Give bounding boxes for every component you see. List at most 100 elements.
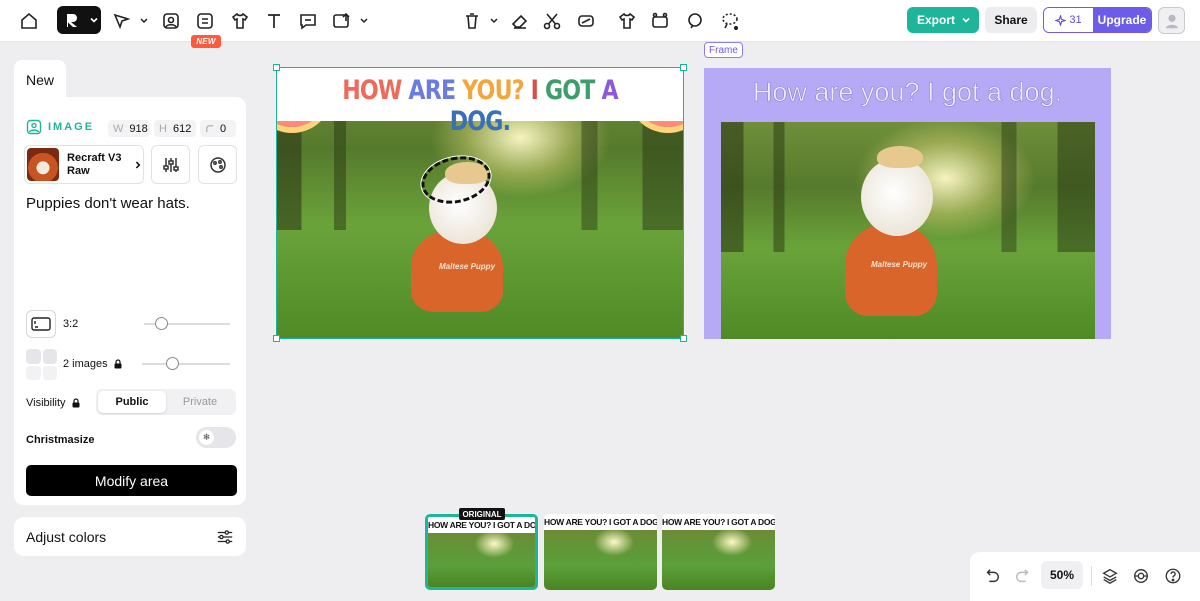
height-value: 612 — [172, 122, 192, 135]
style-palette-button[interactable] — [198, 145, 237, 184]
thumbnail-original[interactable]: HOW ARE YOU? I GOT A DOG. — [425, 514, 538, 590]
frame-label[interactable]: Frame — [704, 42, 743, 58]
chevron-down-icon — [90, 17, 98, 23]
height-field[interactable]: H 612 — [154, 120, 196, 137]
height-key: H — [159, 122, 167, 135]
settings-sliders-button[interactable] — [151, 145, 190, 184]
shirt-text: Maltese Puppy — [871, 260, 928, 269]
visibility-toggle: Public Private — [96, 389, 236, 415]
red-panda-avatar — [27, 148, 60, 181]
lock-icon — [114, 359, 122, 369]
resize-handle-bl[interactable] — [273, 335, 280, 342]
chevron-down-icon[interactable] — [139, 13, 149, 29]
home-icon[interactable] — [17, 7, 41, 35]
image-icon — [26, 119, 42, 135]
thumbnail-variant-2[interactable]: HOW ARE YOU? I GOT A DOG. — [662, 514, 775, 590]
redo-icon[interactable] — [1012, 565, 1034, 587]
thumbnail-scene — [428, 533, 535, 587]
zoom-level[interactable]: 50% — [1041, 561, 1083, 589]
image-tool-icon[interactable] — [160, 7, 182, 35]
width-key: W — [113, 122, 124, 135]
zoom-controls: 50% — [970, 552, 1200, 601]
tab-new[interactable]: New — [14, 60, 66, 98]
recraft-logo-icon — [67, 14, 77, 27]
tshirt-mockup-icon[interactable] — [616, 7, 638, 35]
select-tool-icon[interactable] — [111, 7, 133, 35]
thumbnail-scene — [662, 530, 775, 590]
aspect-ratio-slider-knob[interactable] — [154, 317, 168, 330]
chevron-down-icon[interactable] — [489, 13, 499, 29]
title-word: HOW — [342, 75, 409, 106]
layers-icon[interactable] — [1099, 565, 1121, 587]
help-icon[interactable] — [1162, 565, 1184, 587]
width-value: 918 — [129, 122, 148, 135]
recraft-logo-menu[interactable] — [57, 6, 101, 34]
top-toolbar: NEW Export Share 31 Upgrade — [0, 0, 1200, 48]
image-type-selector[interactable]: IMAGE — [26, 119, 94, 135]
upload-icon[interactable] — [331, 7, 353, 35]
aspect-ratio-icon[interactable] — [26, 310, 56, 338]
new-badge: NEW — [191, 35, 221, 48]
rotation-field[interactable]: 0 — [200, 120, 236, 137]
model-name: Recraft V3 Raw — [67, 151, 122, 177]
visibility-row: Visibility — [26, 397, 81, 409]
generation-panel: IMAGE W 918 H 612 0 Recraft V3 Raw Puppi… — [14, 97, 246, 505]
chevron-down-icon — [962, 17, 970, 23]
upgrade-button[interactable]: Upgrade — [1093, 8, 1151, 32]
divider — [1091, 566, 1092, 586]
export-button[interactable]: Export — [907, 7, 979, 33]
avatar[interactable] — [1158, 7, 1185, 34]
model-selector[interactable]: Recraft V3 Raw — [24, 145, 144, 184]
community-icon[interactable] — [1130, 565, 1152, 587]
thumbnail-variant-1[interactable]: HOW ARE YOU? I GOT A DOG. — [544, 514, 657, 590]
prompt-text[interactable]: Puppies don't wear hats. — [26, 195, 236, 212]
image-count-row: 2 images — [63, 358, 123, 370]
creative-upscale-icon[interactable] — [649, 7, 671, 35]
lock-icon — [72, 398, 80, 408]
title-word: A — [601, 75, 618, 106]
comment-tool-icon[interactable] — [297, 7, 319, 35]
rotation-icon — [206, 125, 214, 133]
scissors-icon[interactable] — [541, 7, 563, 35]
style-icon[interactable] — [684, 7, 706, 35]
mockup-tool-icon[interactable] — [194, 7, 216, 35]
image-count-slider-knob[interactable] — [166, 357, 180, 370]
share-button[interactable]: Share — [985, 7, 1037, 33]
resize-handle-tl[interactable] — [273, 64, 280, 71]
resize-handle-tr[interactable] — [680, 64, 687, 71]
undo-icon[interactable] — [981, 565, 1003, 587]
chevron-down-icon[interactable] — [359, 13, 369, 29]
title-word: I — [530, 75, 545, 106]
visibility-private[interactable]: Private — [166, 391, 234, 413]
thumbnail-title: HOW ARE YOU? I GOT A DOG. — [544, 514, 657, 530]
artwork-title: HOW ARE YOU? I GOT A DOG. — [314, 75, 647, 137]
modify-area-button[interactable]: Modify area — [26, 465, 237, 496]
vectorize-icon[interactable] — [575, 7, 597, 35]
aspect-ratio-value: 3:2 — [63, 318, 79, 330]
frame-image[interactable]: Maltese Puppy — [721, 122, 1095, 339]
frame-title: How are you? I got a dog. — [752, 77, 1063, 108]
width-field[interactable]: W 918 — [108, 120, 150, 137]
text-tool-icon[interactable] — [263, 7, 285, 35]
adjust-colors-section[interactable]: Adjust colors — [14, 517, 246, 556]
remove-background-icon[interactable] — [461, 7, 483, 35]
palette-icon — [209, 156, 226, 173]
thumbnail-scene — [544, 530, 657, 590]
image-count-slider[interactable] — [142, 363, 230, 365]
image-count-value: 2 images — [63, 358, 108, 370]
resize-handle-br[interactable] — [680, 335, 687, 342]
original-badge: ORIGINAL — [459, 508, 505, 520]
image-type-label: IMAGE — [48, 121, 95, 133]
selected-artwork[interactable]: Maltese Puppy HOW ARE YOU? I GOT A DOG. — [277, 67, 683, 339]
shirt-text: Maltese Puppy — [439, 262, 496, 271]
tshirt-icon[interactable] — [229, 7, 251, 35]
export-label: Export — [917, 13, 956, 27]
chevron-right-icon — [136, 161, 141, 168]
visibility-public[interactable]: Public — [98, 391, 166, 413]
christmasize-toggle[interactable]: ❄ — [196, 427, 236, 448]
title-word: YOU? — [462, 75, 531, 106]
frame[interactable]: How are you? I got a dog. Maltese Puppy — [704, 68, 1111, 339]
eraser-icon[interactable] — [509, 7, 531, 35]
credits-count[interactable]: 31 — [1044, 8, 1093, 32]
inpaint-lasso-icon[interactable] — [718, 7, 742, 35]
